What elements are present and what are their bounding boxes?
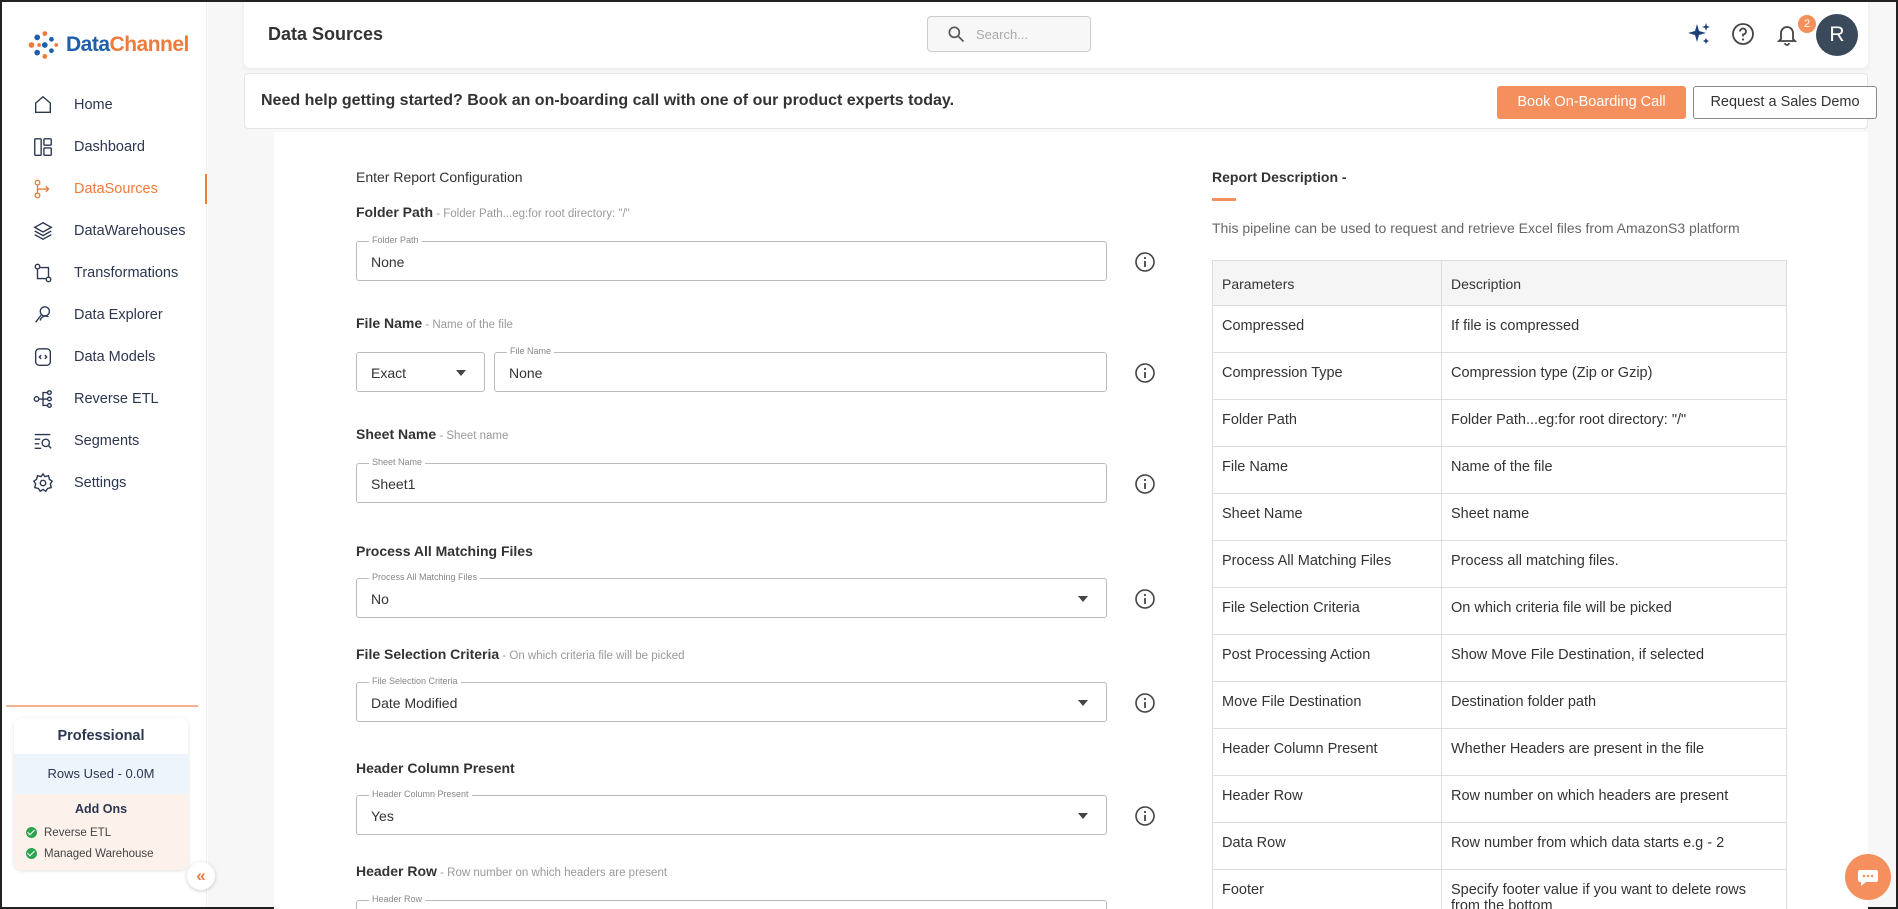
file-name-field[interactable]: File Name None bbox=[494, 346, 1107, 392]
search-icon bbox=[948, 26, 965, 43]
bell-icon[interactable] bbox=[1774, 21, 1800, 47]
info-icon[interactable] bbox=[1134, 251, 1156, 273]
brand-name: DataChannel bbox=[66, 33, 189, 56]
addons-section: Add Ons Reverse ETL Managed Warehouse bbox=[14, 794, 188, 870]
addon-item: Managed Warehouse bbox=[26, 843, 188, 864]
sidebar-item-data-explorer[interactable]: Data Explorer bbox=[2, 294, 207, 336]
table-row: Header Column Present Whether Headers are… bbox=[1212, 728, 1787, 776]
info-icon[interactable] bbox=[1134, 692, 1156, 714]
header-present-dropdown[interactable]: Header Column Present Yes bbox=[356, 789, 1107, 835]
info-icon[interactable] bbox=[1134, 588, 1156, 610]
addons-title: Add Ons bbox=[74, 802, 128, 816]
check-icon bbox=[26, 827, 37, 838]
search-input[interactable]: Search... bbox=[927, 16, 1091, 52]
report-config-panel: Enter Report Configuration Folder Path -… bbox=[274, 132, 1868, 909]
table-row: Post Processing Action Show Move File Des… bbox=[1212, 634, 1787, 682]
addon-item: Reverse ETL bbox=[26, 822, 188, 843]
dashboard-icon bbox=[34, 138, 52, 156]
title-underline bbox=[1212, 198, 1236, 201]
sidebar-item-home[interactable]: Home bbox=[2, 84, 207, 126]
gear-icon bbox=[32, 472, 54, 493]
sidebar-item-dashboard[interactable]: Dashboard bbox=[2, 126, 207, 168]
info-icon[interactable] bbox=[1134, 473, 1156, 495]
sidebar-nav: Home Dashboard DataSources DataWarehouse… bbox=[2, 84, 207, 504]
sidebar-item-data-models[interactable]: Data Models bbox=[2, 336, 207, 378]
header-row-field[interactable]: Header Row bbox=[356, 894, 1107, 909]
chat-icon bbox=[1858, 870, 1878, 886]
selection-criteria-label: File Selection Criteria - On which crite… bbox=[356, 646, 685, 662]
sparkle-icon[interactable] bbox=[1686, 21, 1712, 47]
reverse-etl-icon bbox=[33, 390, 52, 408]
chevron-down-icon bbox=[1078, 813, 1088, 819]
chevron-down-icon bbox=[1078, 596, 1088, 602]
datasources-icon bbox=[34, 179, 50, 199]
table-row: Footer Specify footer value if you want t… bbox=[1212, 869, 1787, 909]
transform-icon bbox=[34, 263, 52, 283]
section-title: Enter Report Configuration bbox=[356, 169, 523, 185]
top-bar: Data Sources Search... 2 R bbox=[244, 2, 1868, 68]
sidebar-item-reverse-etl[interactable]: Reverse ETL bbox=[2, 378, 207, 420]
sidebar: DataChannel Home Dashboard DataSources D… bbox=[2, 2, 207, 907]
folder-path-field[interactable]: Folder Path None bbox=[356, 235, 1107, 281]
chevron-down-icon bbox=[1078, 700, 1088, 706]
plan-title: Professional bbox=[14, 718, 188, 754]
plan-divider bbox=[6, 705, 198, 707]
report-description-text: This pipeline can be used to request and… bbox=[1212, 220, 1740, 236]
column-header: Description bbox=[1441, 260, 1787, 306]
request-demo-button[interactable]: Request a Sales Demo bbox=[1693, 86, 1877, 119]
sidebar-item-settings[interactable]: Settings bbox=[2, 462, 207, 504]
table-row: Header Row Row number on which headers ar… bbox=[1212, 775, 1787, 823]
folder-path-label: Folder Path - Folder Path...eg:for root … bbox=[356, 204, 630, 220]
segments-icon bbox=[34, 433, 52, 450]
report-description-title: Report Description - bbox=[1212, 169, 1347, 185]
explorer-icon bbox=[35, 306, 51, 323]
notification-badge: 2 bbox=[1798, 15, 1816, 33]
sidebar-item-datawarehouses[interactable]: DataWarehouses bbox=[2, 210, 207, 252]
collapse-sidebar-button[interactable]: « bbox=[187, 862, 215, 890]
table-row: File Name Name of the file bbox=[1212, 446, 1787, 494]
models-icon bbox=[34, 348, 52, 366]
table-row: Compressed If file is compressed bbox=[1212, 305, 1787, 353]
table-row: Folder Path Folder Path...eg:for root dir… bbox=[1212, 399, 1787, 447]
process-all-dropdown[interactable]: Process All Matching Files No bbox=[356, 572, 1107, 618]
avatar[interactable]: R bbox=[1816, 14, 1858, 56]
book-onboarding-button[interactable]: Book On-Boarding Call bbox=[1497, 86, 1686, 119]
plan-card: Professional Rows Used - 0.0M Add Ons Re… bbox=[14, 718, 188, 870]
table-row: Sheet Name Sheet name bbox=[1212, 493, 1787, 541]
sheet-name-label: Sheet Name - Sheet name bbox=[356, 426, 509, 442]
process-all-label: Process All Matching Files bbox=[356, 543, 533, 559]
info-icon[interactable] bbox=[1134, 805, 1156, 827]
sidebar-item-datasources[interactable]: DataSources bbox=[2, 168, 207, 210]
column-header: Parameters bbox=[1212, 260, 1442, 306]
table-header-row: Parameters Description bbox=[1212, 260, 1787, 306]
sheet-name-field[interactable]: Sheet Name Sheet1 bbox=[356, 457, 1107, 503]
check-icon bbox=[26, 848, 37, 859]
help-icon[interactable] bbox=[1730, 21, 1756, 47]
datachannel-logo[interactable]: DataChannel bbox=[22, 26, 189, 64]
banner-text: Need help getting started? Book an on-bo… bbox=[261, 92, 955, 109]
header-present-label: Header Column Present bbox=[356, 760, 515, 776]
chevron-down-icon bbox=[456, 370, 466, 376]
parameters-table: Parameters Description Compressed If file… bbox=[1212, 260, 1787, 909]
page-title: Data Sources bbox=[268, 24, 384, 44]
table-row: Compression Type Compression type (Zip or… bbox=[1212, 352, 1787, 400]
file-name-label: File Name - Name of the file bbox=[356, 315, 513, 331]
file-match-dropdown[interactable]: Exact bbox=[356, 352, 485, 392]
sidebar-item-transformations[interactable]: Transformations bbox=[2, 252, 207, 294]
rows-used: Rows Used - 0.0M bbox=[14, 754, 188, 794]
home-icon bbox=[34, 95, 52, 114]
table-row: Process All Matching Files Process all ma… bbox=[1212, 540, 1787, 588]
header-row-label: Header Row - Row number on which headers… bbox=[356, 863, 668, 879]
onboarding-banner: Need help getting started? Book an on-bo… bbox=[244, 73, 1877, 129]
layers-icon bbox=[33, 221, 53, 241]
table-row: File Selection Criteria On which criteria… bbox=[1212, 587, 1787, 635]
selection-criteria-dropdown[interactable]: File Selection Criteria Date Modified bbox=[356, 676, 1107, 722]
sidebar-item-segments[interactable]: Segments bbox=[2, 420, 207, 462]
table-row: Data Row Row number from which data start… bbox=[1212, 822, 1787, 870]
logo-icon bbox=[28, 31, 59, 59]
info-icon[interactable] bbox=[1134, 362, 1156, 384]
table-row: Move File Destination Destination folder … bbox=[1212, 681, 1787, 729]
chat-button[interactable] bbox=[1845, 854, 1891, 900]
